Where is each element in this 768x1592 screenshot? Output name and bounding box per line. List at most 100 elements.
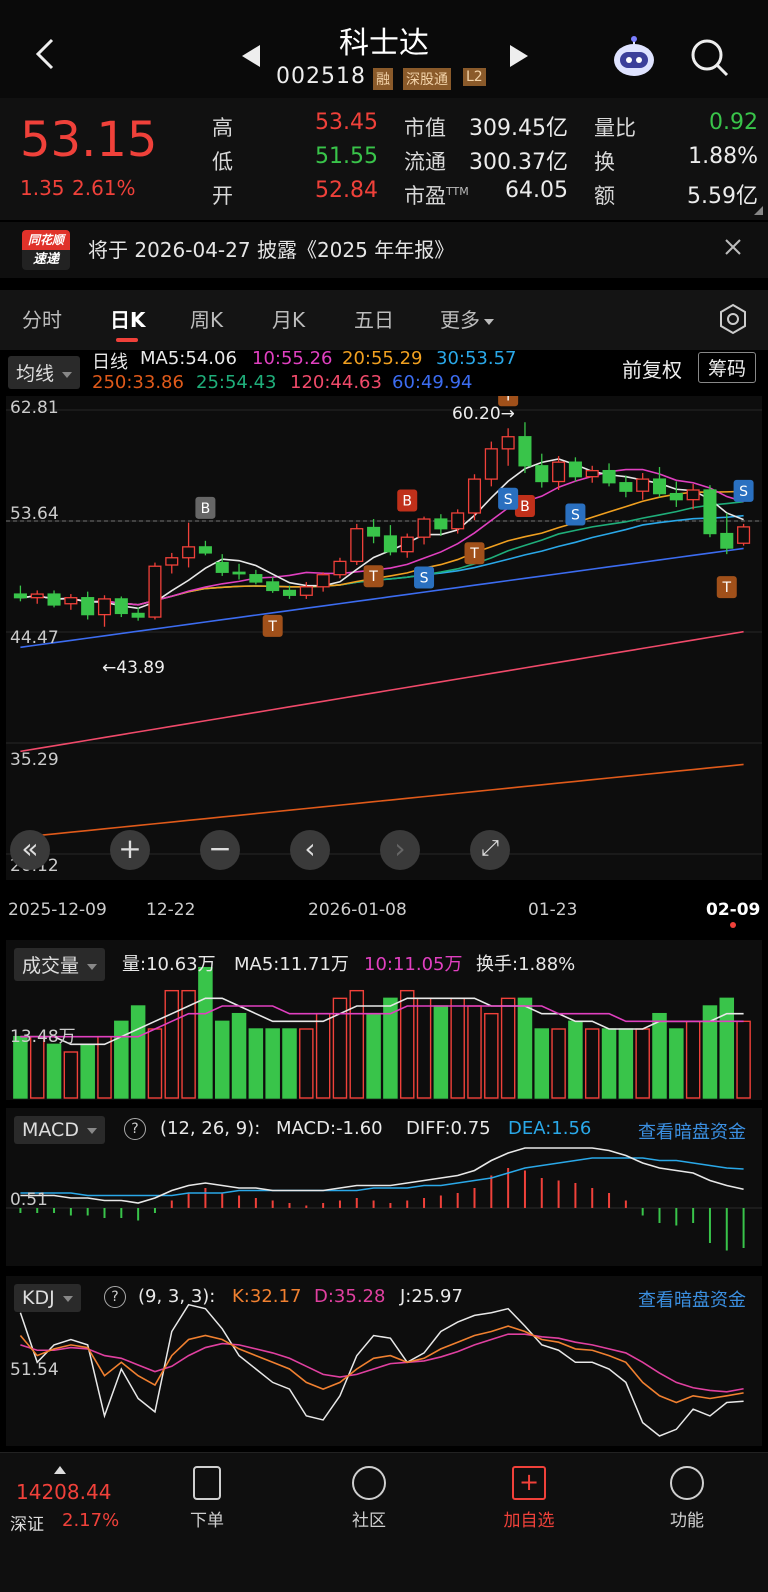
kdj-help-icon[interactable]: ? [104,1286,126,1308]
stat-volratio-value: 0.92 [709,110,758,135]
kdj-link[interactable]: 查看暗盘资金 [638,1286,746,1312]
tab-more[interactable]: 更多 [440,304,494,333]
macd-dropdown[interactable]: MACD [14,1116,105,1144]
candle-body [97,598,112,616]
signal-marker-label: T [368,569,378,585]
settings-icon[interactable] [716,302,750,336]
volume-bar [315,1012,331,1099]
nav-add-watchlist-label: 加自选 [503,1511,555,1531]
candle-body [81,597,95,616]
add-watchlist-icon: + [512,1466,546,1500]
candle-body [652,478,667,495]
ma-period: 日线 [92,352,128,373]
stat-open-label: 开 [212,184,233,208]
robot-assistant-icon[interactable] [612,36,656,78]
ma-dropdown[interactable]: 均线 [8,356,81,389]
candle-body [64,597,78,605]
signal-marker-label: S [420,570,429,586]
volume-bar [198,966,213,1099]
volume-bar [433,1005,449,1099]
stat-float-label: 流通 [404,150,446,174]
stat-amount-value: 5.59亿 [687,184,758,209]
index-up-icon [54,1466,66,1474]
search-icon[interactable] [690,38,730,78]
candle-body [585,469,599,478]
prev-stock-icon[interactable] [242,45,262,67]
ma-item-120: 120:44.63 [290,372,382,393]
kdj-item-1: D:35.28 [314,1286,386,1307]
stock-title: 科士达 [339,26,429,61]
tab-daily[interactable]: 日K [110,304,146,333]
volume-item-3: 换手:1.88% [476,954,576,975]
expand-corner-icon[interactable] [754,206,763,215]
volume-bar [484,1012,499,1099]
zoom-in-button[interactable]: + [110,830,150,870]
latest-dot [730,922,736,928]
candle-body [282,589,297,596]
index-change: 2.17% [62,1510,120,1531]
volume-bar [618,1028,634,1099]
volume-bar [214,1020,230,1099]
nav-order[interactable]: 下单 [162,1466,252,1531]
kdj-dropdown[interactable]: KDJ [14,1284,81,1312]
candle-body [737,526,751,544]
index-value[interactable]: 14208.44 [16,1480,111,1504]
top-bar: 科士达 002518 融 深股通 L2 [0,0,768,98]
tab-five-day[interactable]: 五日 [354,304,394,333]
kdj-params: (9, 3, 3): [138,1286,216,1307]
stat-high-label: 高 [212,116,233,140]
kdj-j-line [19,1303,744,1437]
candle-body [484,448,498,480]
stat-float-value: 300.37亿 [469,150,568,175]
candle-body [350,528,364,563]
volume-axis-label: 13.48万 [10,1027,76,1047]
macd-link[interactable]: 查看暗盘资金 [638,1118,746,1144]
macd-help-icon[interactable]: ? [124,1118,146,1140]
badge-l2: L2 [463,68,486,86]
tab-monthly[interactable]: 月K [272,304,305,333]
tab-weekly[interactable]: 周K [190,304,223,333]
nav-add-watchlist[interactable]: + 加自选 [484,1466,574,1531]
brand-logo: 同花顺 速递 [22,230,70,270]
nav-functions[interactable]: 功能 [642,1466,732,1531]
low-annotation: ←43.89 [102,658,165,678]
y-tick-2: 44.47 [10,628,59,648]
last-price: 53.15 [20,112,158,168]
notice-bar[interactable]: 同花顺 速递 将于 2026-04-27 披露《2025 年年报》 [0,222,768,278]
chips-button[interactable]: 筹码 [698,352,757,383]
volume-dropdown[interactable]: 成交量 [14,948,106,981]
scroll-right-button[interactable]: › [380,830,420,870]
kline-chart[interactable]: B B BTTTTTSSSS [6,396,762,880]
volume-bar [601,1028,617,1099]
ma-item-20: 20:55.29 [342,348,423,369]
quote-panel: 53.15 1.35 2.61% 高 53.45 低 51.55 开 52.84… [0,98,768,220]
zoom-out-button[interactable]: − [200,830,240,870]
stock-code: 002518 [276,64,366,89]
nav-order-label: 下单 [190,1511,224,1531]
scroll-left-button[interactable]: ‹ [290,830,330,870]
signal-marker-label: B [520,499,530,515]
close-icon[interactable] [722,236,744,258]
volume-bar [669,1028,684,1099]
tab-intraday[interactable]: 分时 [22,304,62,333]
next-stock-icon[interactable] [508,45,528,67]
volume-item-2: 10:11.05万 [364,954,463,975]
volume-bar [584,1028,600,1099]
stat-mktcap-label: 市值 [404,116,446,140]
back-icon[interactable] [30,34,60,74]
stat-volratio-label: 量比 [594,116,636,140]
candle-body [619,482,633,492]
collapse-left-button[interactable]: « [10,830,50,870]
high-annotation-value: 60.20 [452,404,501,424]
candle-body [198,546,212,554]
candle-body [501,436,515,450]
stat-high-value: 53.45 [315,110,378,135]
candle-body [266,581,280,592]
candle-body [215,561,229,573]
fullscreen-button[interactable]: ⤢ [470,830,510,870]
volume-bar [568,1020,583,1099]
adjust-mode[interactable]: 前复权 [622,354,682,383]
nav-community[interactable]: 社区 [324,1466,414,1531]
signal-marker-label: S [739,484,748,500]
order-icon [193,1466,221,1500]
